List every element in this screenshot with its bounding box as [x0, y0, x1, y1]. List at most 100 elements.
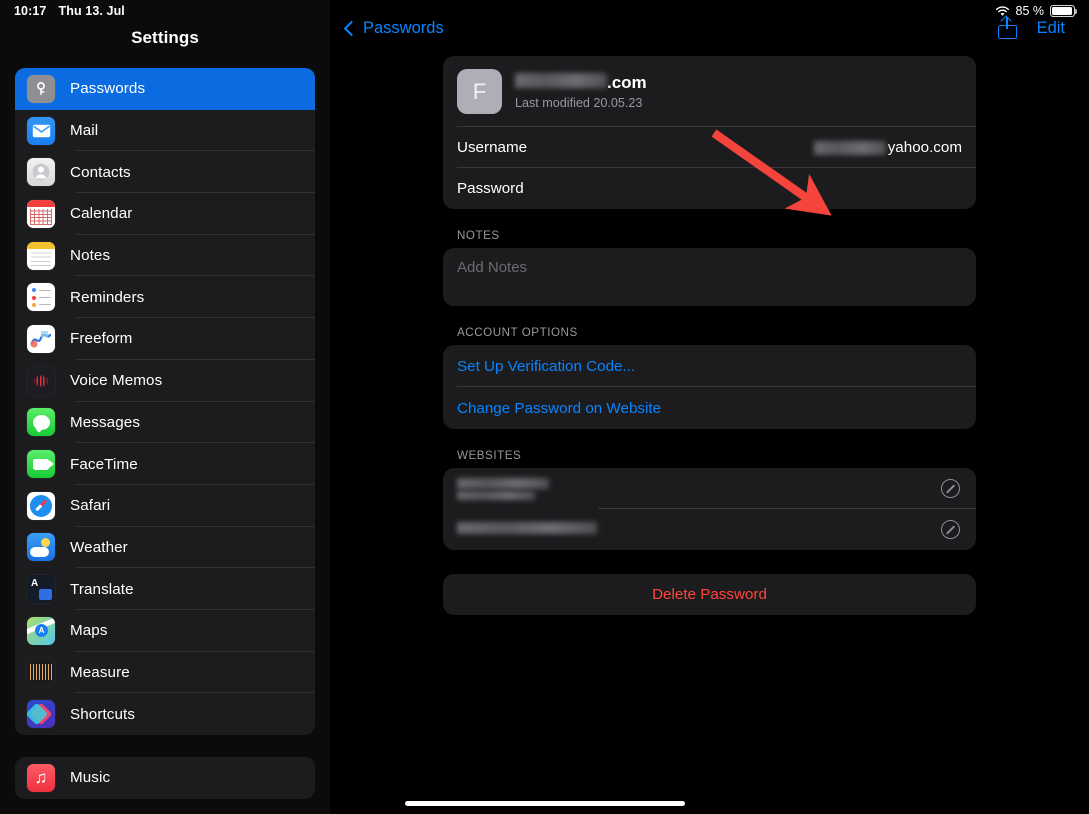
last-modified-label: Last modified 20.05.23 [515, 96, 643, 110]
sidebar-item-freeform[interactable]: Freeform [15, 318, 315, 360]
maps-icon: A [27, 616, 55, 645]
account-meta: .com Last modified 20.05.23 [515, 73, 647, 110]
website-value [457, 477, 549, 500]
home-indicator [405, 801, 685, 806]
website-row[interactable] [443, 468, 976, 509]
change-password-on-website-label: Change Password on Website [457, 399, 662, 417]
account-domain-suffix: .com [607, 73, 647, 92]
sidebar-item-label: Freeform [70, 330, 133, 348]
sidebar-item-label: Maps [70, 622, 108, 640]
set-up-verification-code-button[interactable]: Set Up Verification Code... [443, 345, 976, 387]
sidebar-item-reminders[interactable]: Reminders [15, 276, 315, 319]
sidebar-item-voice-memos[interactable]: Voice Memos [15, 360, 315, 402]
safari-compass-icon[interactable] [941, 479, 960, 498]
safari-icon [27, 491, 55, 520]
detail-content: F .com Last modified 20.05.23 Username y… [330, 56, 1089, 615]
sidebar-title: Settings [131, 28, 199, 47]
username-row[interactable]: Username yahoo.com [443, 127, 976, 168]
nav-actions: Edit [997, 17, 1065, 39]
sidebar-item-label: Notes [70, 247, 111, 265]
sidebar-item-safari[interactable]: Safari [15, 485, 315, 527]
chevron-left-icon [343, 20, 360, 36]
account-card: F .com Last modified 20.05.23 Username y… [443, 56, 976, 209]
sidebar-item-music[interactable]: ♫ Music [15, 757, 315, 799]
account-options-header: ACCOUNT OPTIONS [457, 326, 578, 339]
sidebar-item-label: Measure [70, 663, 130, 681]
change-password-on-website-button[interactable]: Change Password on Website [443, 387, 976, 429]
notes-section-header: NOTES [457, 229, 500, 242]
sidebar-item-measure[interactable]: Measure [15, 652, 315, 694]
notes-section: NOTES Add Notes [330, 229, 1089, 306]
sidebar-item-label: Reminders [70, 288, 145, 306]
username-domain: yahoo.com [887, 139, 962, 156]
account-options-card: Set Up Verification Code... Change Passw… [443, 345, 976, 429]
account-options-section: ACCOUNT OPTIONS Set Up Verification Code… [330, 326, 1089, 429]
sidebar-item-weather[interactable]: Weather [15, 527, 315, 569]
back-button[interactable]: Passwords [338, 13, 452, 44]
safari-compass-icon[interactable] [941, 520, 960, 539]
password-row[interactable]: Password [443, 168, 976, 209]
freeform-icon [27, 324, 55, 353]
notes-input[interactable]: Add Notes [457, 259, 962, 276]
sidebar-item-label: Calendar [70, 205, 133, 223]
redacted-username [813, 140, 886, 155]
username-value: yahoo.com [813, 139, 962, 156]
notes-card[interactable]: Add Notes [443, 248, 976, 306]
websites-section-header: WEBSITES [457, 449, 522, 462]
password-detail-pane: Passwords Edit F .com Last modified 20.0… [330, 0, 1089, 814]
voice-memos-icon [27, 366, 55, 395]
sidebar-item-calendar[interactable]: Calendar [15, 193, 315, 235]
redacted-website-line [457, 477, 549, 489]
sidebar-item-notes[interactable]: Notes [15, 235, 315, 277]
translate-icon: A [27, 575, 55, 604]
sidebar-item-label: Contacts [70, 163, 131, 181]
username-label: Username [457, 139, 528, 156]
sidebar-item-label: Shortcuts [70, 705, 136, 723]
shortcuts-icon [27, 700, 55, 729]
share-icon[interactable] [997, 17, 1017, 39]
passwords-icon [27, 74, 55, 103]
sidebar-item-label: Weather [70, 538, 128, 556]
redacted-website-line [457, 490, 535, 500]
redacted-website-line [457, 521, 597, 534]
detail-nav-bar: Passwords Edit [330, 0, 1089, 56]
sidebar-item-label: Passwords [70, 80, 146, 98]
sidebar-item-translate[interactable]: A Translate [15, 568, 315, 610]
sidebar-item-shortcuts[interactable]: Shortcuts [15, 693, 315, 735]
websites-card [443, 468, 976, 550]
sidebar-item-label: Voice Memos [70, 372, 163, 390]
avatar: F [457, 69, 502, 114]
redacted-site-name [515, 73, 607, 88]
weather-icon [27, 533, 55, 562]
sidebar-item-label: Mail [70, 122, 99, 140]
notes-icon [27, 241, 55, 270]
sidebar-item-passwords[interactable]: Passwords [15, 68, 315, 110]
music-icon: ♫ [27, 763, 55, 792]
sidebar-item-maps[interactable]: A Maps [15, 610, 315, 652]
contacts-icon [27, 158, 55, 187]
back-button-label: Passwords [363, 18, 444, 37]
measure-icon [27, 658, 55, 687]
messages-icon [27, 408, 55, 437]
facetime-icon [27, 450, 55, 479]
sidebar-item-label: Translate [70, 580, 134, 598]
account-title-row: .com [515, 73, 647, 93]
sidebar-item-label: Messages [70, 413, 141, 431]
sidebar-group-apps: Passwords Mail Contacts Calendar Notes R… [15, 68, 315, 735]
sidebar-item-label: FaceTime [70, 455, 138, 473]
account-header: F .com Last modified 20.05.23 [443, 56, 976, 127]
delete-password-button[interactable]: Delete Password [443, 574, 976, 615]
sidebar-item-mail[interactable]: Mail [15, 110, 315, 152]
edit-button[interactable]: Edit [1037, 19, 1065, 38]
mail-icon [27, 116, 55, 145]
set-up-verification-code-label: Set Up Verification Code... [457, 357, 636, 375]
password-label: Password [457, 180, 524, 197]
sidebar-item-facetime[interactable]: FaceTime [15, 443, 315, 485]
reminders-icon [27, 283, 55, 312]
sidebar-item-messages[interactable]: Messages [15, 402, 315, 444]
website-value [457, 521, 597, 539]
sidebar-item-label: Music [70, 769, 111, 787]
sidebar-group-media: ♫ Music [15, 757, 315, 799]
sidebar-item-contacts[interactable]: Contacts [15, 151, 315, 194]
website-row[interactable] [443, 509, 976, 550]
